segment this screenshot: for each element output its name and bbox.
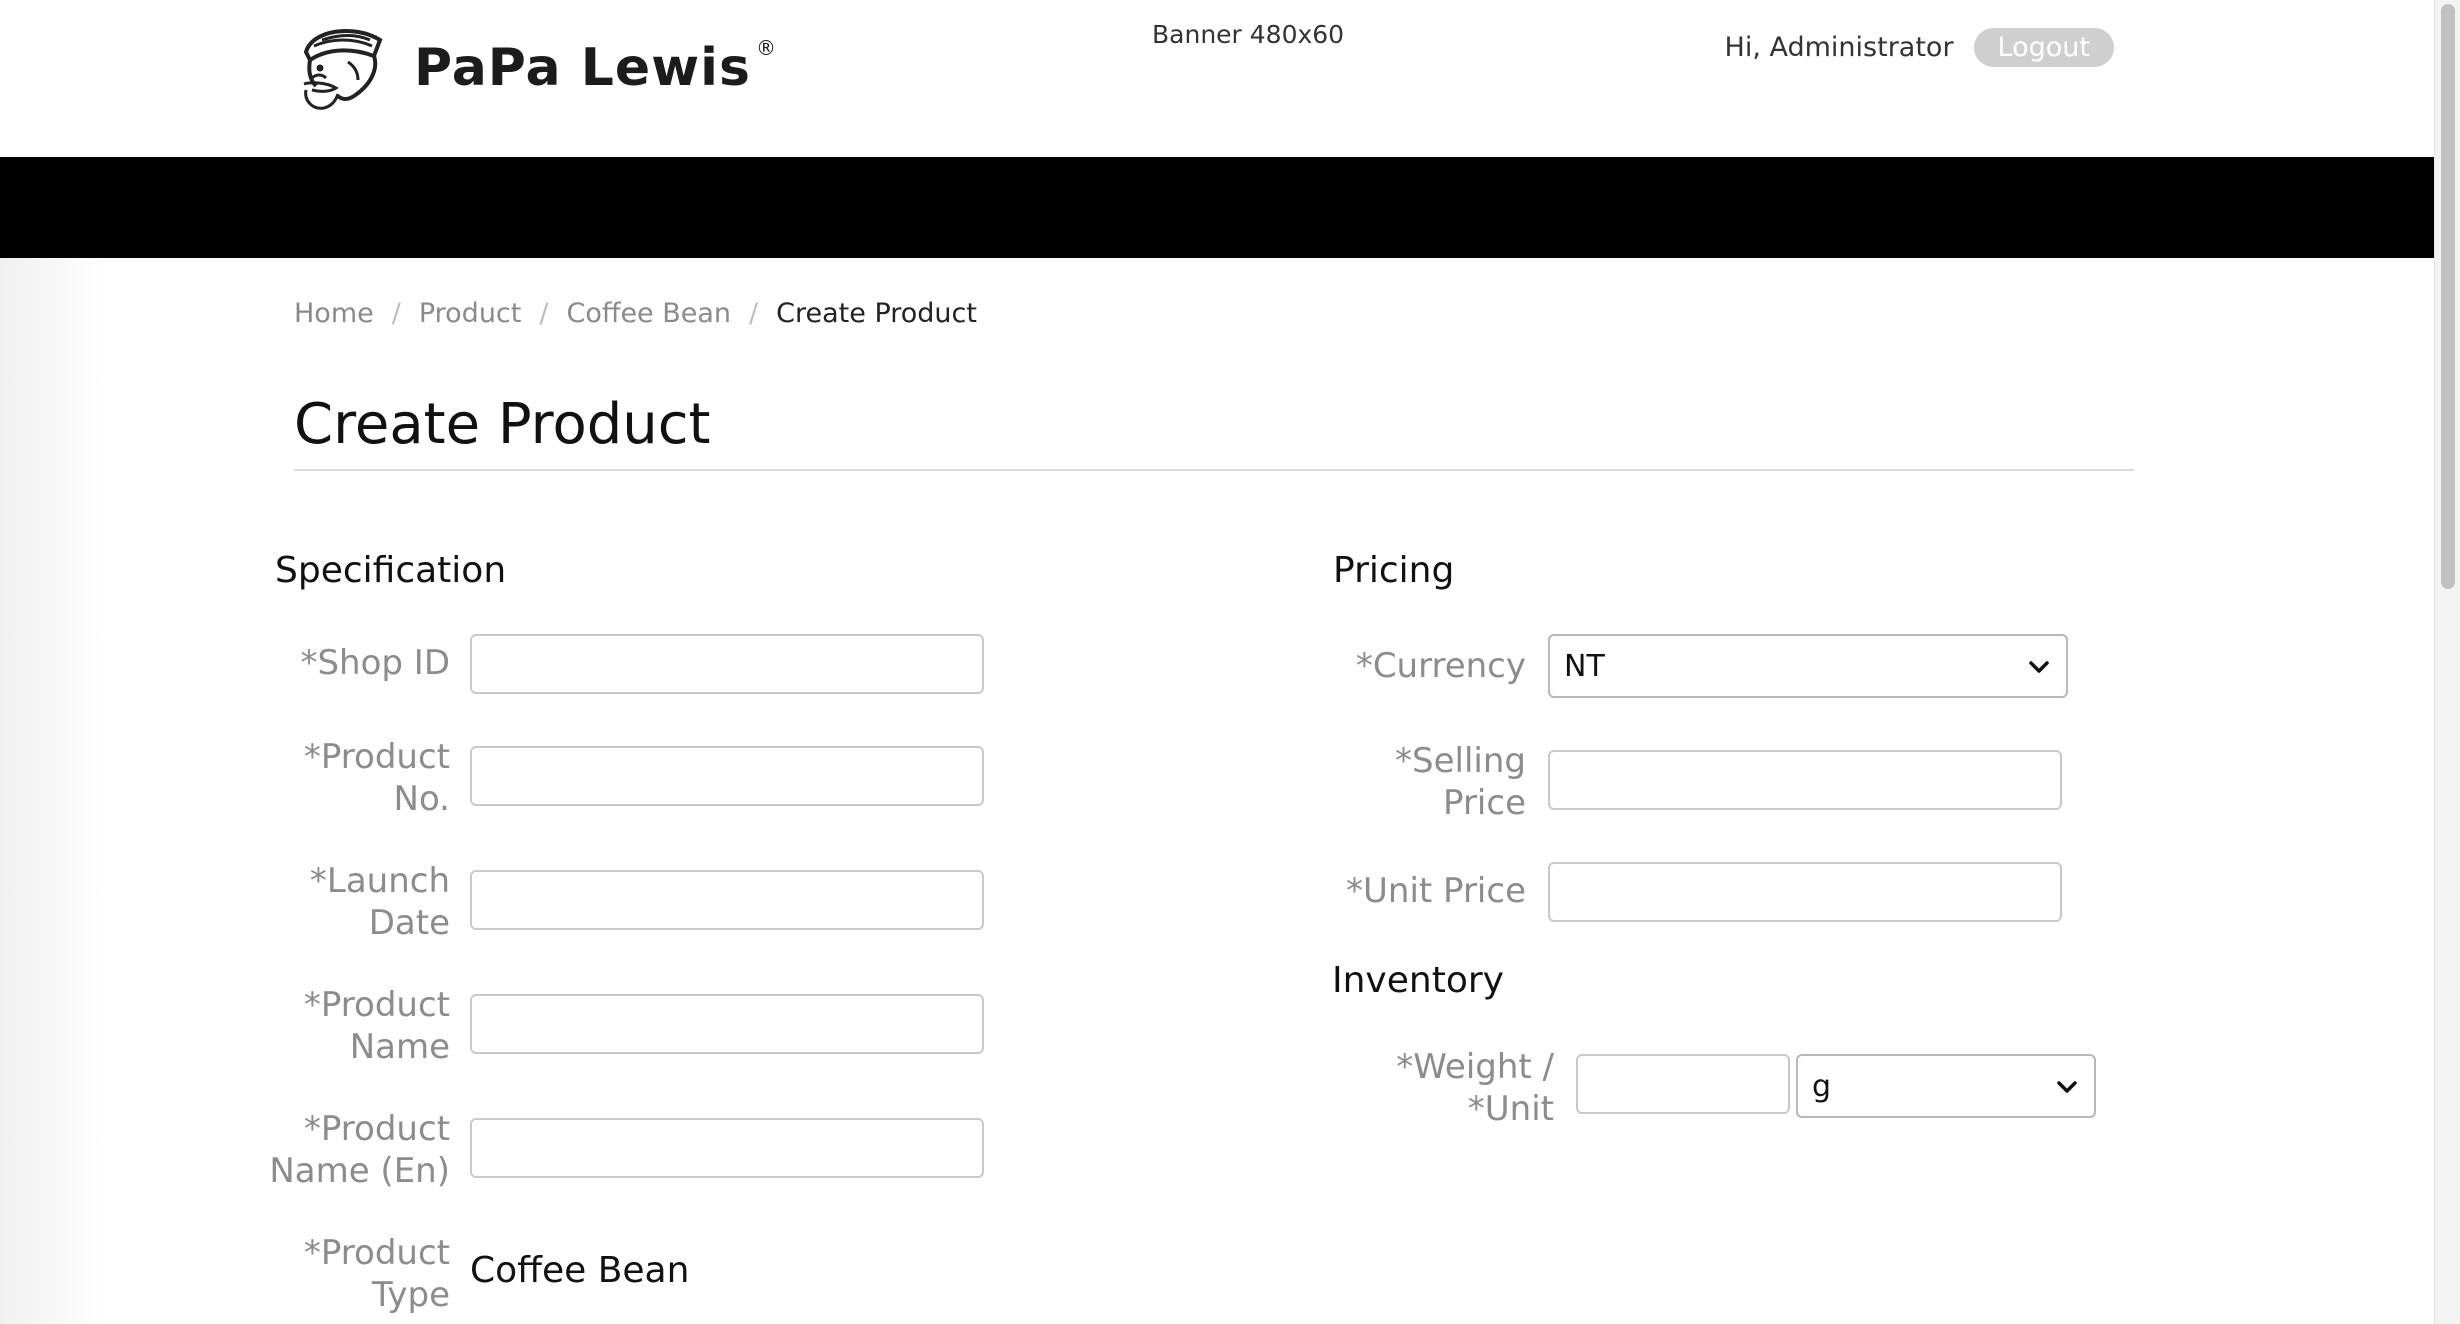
site-header: PaPa Lewis ® Banner 480x60 Hi, Administra… <box>0 0 2434 157</box>
product-type-label-line2: Type <box>371 1275 450 1315</box>
product-name-en-input[interactable] <box>470 1118 984 1178</box>
breadcrumb-home[interactable]: Home <box>294 298 374 329</box>
product-no-input[interactable] <box>470 746 984 806</box>
page-title: Create Product <box>294 392 711 457</box>
product-no-label-line1: *Product <box>303 737 450 777</box>
chevron-down-icon <box>2057 1081 2077 1093</box>
selling-price-label: *Selling Price <box>1256 740 1526 824</box>
shop-id-label: *Shop ID <box>300 643 450 683</box>
product-no-label: *Product No. <box>200 736 450 820</box>
breadcrumb-current: Create Product <box>776 298 977 329</box>
product-name-en-label: *Product Name (En) <box>200 1108 450 1192</box>
brand-name: PaPa Lewis ® <box>414 36 777 98</box>
currency-label: *Currency <box>1355 646 1526 686</box>
product-no-label-line2: No. <box>393 779 450 819</box>
unit-select[interactable]: g <box>1796 1054 2096 1118</box>
vertical-scrollbar[interactable] <box>2434 0 2460 1324</box>
currency-selected-value: NT <box>1564 648 1605 684</box>
user-greeting: Hi, Administrator <box>1724 32 1954 63</box>
selling-price-input[interactable] <box>1548 750 2062 810</box>
breadcrumb-coffee-bean[interactable]: Coffee Bean <box>566 298 731 329</box>
selling-price-label-line1: *Selling <box>1395 741 1526 781</box>
title-divider <box>294 469 2134 471</box>
chevron-down-icon <box>2029 661 2049 673</box>
selling-price-label-line2: Price <box>1443 783 1526 823</box>
breadcrumb-separator: / <box>391 298 401 329</box>
unit-price-input[interactable] <box>1548 862 2062 922</box>
pricing-heading: Pricing <box>1333 550 1455 591</box>
currency-select[interactable]: NT <box>1548 634 2068 698</box>
unit-price-label: *Unit Price <box>1346 871 1526 911</box>
launch-date-label-line1: *Launch <box>309 861 450 901</box>
weight-unit-label: *Weight / *Unit <box>1276 1046 1554 1130</box>
launch-date-label: *Launch Date <box>200 860 450 944</box>
product-name-input[interactable] <box>470 994 984 1054</box>
scrollbar-thumb[interactable] <box>2441 4 2455 589</box>
inventory-heading: Inventory <box>1332 960 1504 1001</box>
product-name-label-line1: *Product <box>303 985 450 1025</box>
product-name-label-line2: Name <box>349 1027 450 1067</box>
main-nav-bar <box>0 157 2434 258</box>
product-type-value: Coffee Bean <box>470 1250 690 1291</box>
product-type-label-line1: *Product <box>303 1233 450 1273</box>
product-name-en-label-line2: Name (En) <box>269 1151 450 1191</box>
breadcrumb: Home / Product / Coffee Bean / Create Pr… <box>294 298 977 329</box>
logout-button[interactable]: Logout <box>1973 28 2114 67</box>
captain-face-logo-icon <box>303 28 383 110</box>
weight-input[interactable] <box>1576 1054 1790 1114</box>
brand-logo[interactable]: PaPa Lewis ® <box>292 22 777 114</box>
user-area: Hi, Administrator Logout <box>1725 28 2114 67</box>
product-name-en-label-line1: *Product <box>303 1109 450 1149</box>
launch-date-input[interactable] <box>470 870 984 930</box>
breadcrumb-separator: / <box>749 298 759 329</box>
specification-heading: Specification <box>275 550 507 591</box>
shop-id-input[interactable] <box>470 634 984 694</box>
weight-unit-label-line1: *Weight / <box>1396 1047 1554 1087</box>
product-name-label: *Product Name <box>200 984 450 1068</box>
weight-unit-label-line2: *Unit <box>1467 1089 1554 1129</box>
breadcrumb-product[interactable]: Product <box>419 298 522 329</box>
breadcrumb-separator: / <box>539 298 549 329</box>
unit-selected-value: g <box>1812 1068 1832 1104</box>
registered-mark: ® <box>755 36 777 60</box>
launch-date-label-line2: Date <box>368 903 450 943</box>
product-type-label: *Product Type <box>200 1232 450 1316</box>
banner-placeholder: Banner 480x60 <box>1152 20 1345 49</box>
